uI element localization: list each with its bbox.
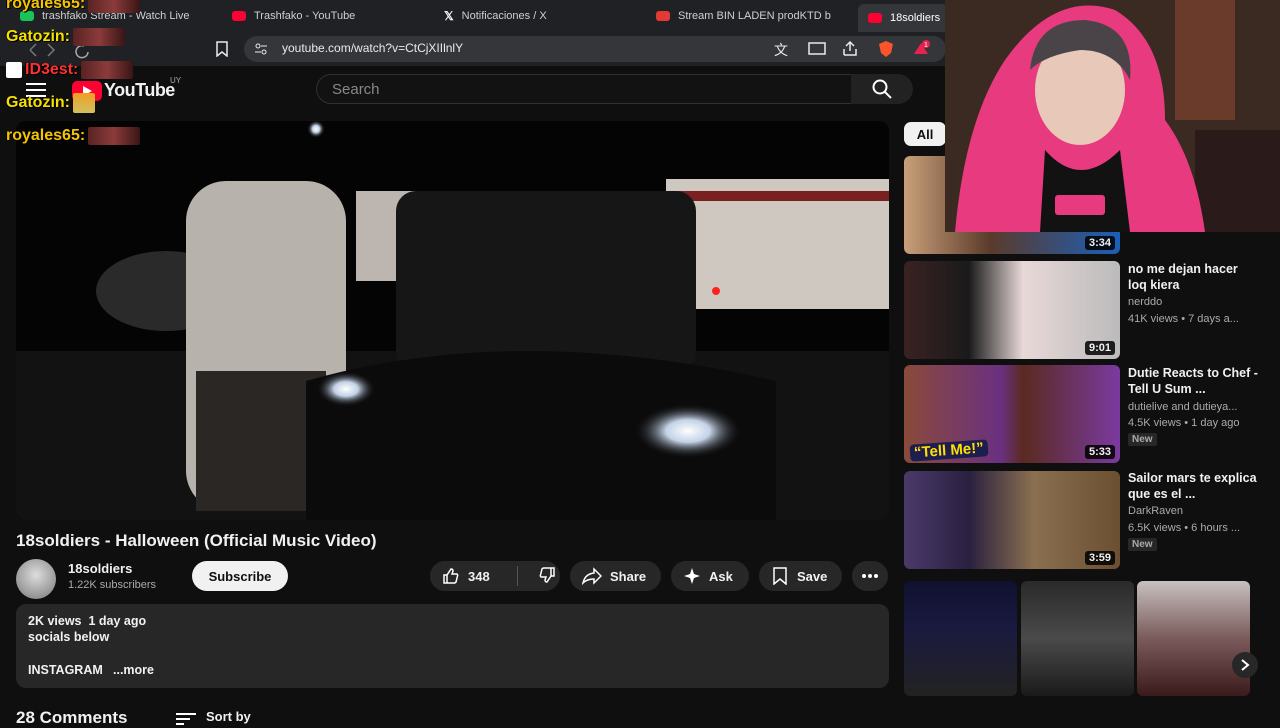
user-badge-icon <box>6 62 22 78</box>
like-button[interactable]: 348 <box>430 566 518 586</box>
chat-message: ID3est: <box>6 61 134 79</box>
rewards-badge: 1 <box>924 42 928 49</box>
chip-all[interactable]: All <box>904 122 946 146</box>
related-meta-4: 6.5K views • 6 hours ... <box>1128 522 1241 534</box>
youtube-favicon-icon <box>232 11 246 21</box>
new-badge: New <box>1128 433 1157 446</box>
chat-emote-icon <box>73 28 125 46</box>
tab-stream-bin-laden[interactable]: Stream BIN LADEN prodKTD b <box>656 4 846 28</box>
chat-message: royales65: <box>6 127 141 145</box>
subscribe-button[interactable]: Subscribe <box>192 561 288 591</box>
reload-icon <box>75 44 89 59</box>
search-icon <box>872 79 892 99</box>
like-dislike-group: 348 <box>430 561 560 591</box>
related-meta-2: 41K views • 7 days a... <box>1128 313 1239 325</box>
search-input[interactable]: Search <box>316 74 852 104</box>
channel-name[interactable]: 18soldiers <box>68 561 132 576</box>
comments-count: 28 Comments <box>16 708 128 727</box>
channel-avatar[interactable] <box>16 559 56 599</box>
site-info-icon[interactable] <box>254 42 268 56</box>
description-text: socials below <box>28 630 110 644</box>
duration-badge: 5:33 <box>1084 445 1115 459</box>
chat-emote-icon <box>81 61 134 79</box>
related-thumbnail-4[interactable]: 3:59 <box>904 471 1120 569</box>
like-count: 348 <box>468 568 490 584</box>
show-more-button[interactable]: ...more <box>113 663 154 677</box>
dislike-icon <box>539 566 555 583</box>
streamer-camera-feed <box>945 0 1280 232</box>
related-title-2[interactable]: no me dejan hacer loq kiera <box>1128 261 1258 293</box>
chat-emote-icon <box>88 0 141 13</box>
related-channel-4: DarkRaven <box>1128 505 1184 517</box>
chat-emote-icon <box>73 93 95 113</box>
duration-badge: 3:34 <box>1084 236 1115 250</box>
chevron-right-icon <box>1241 659 1250 671</box>
search-placeholder: Search <box>332 81 380 98</box>
ask-button[interactable]: Ask <box>671 561 749 591</box>
sort-icon[interactable] <box>176 712 196 726</box>
related-title-3[interactable]: Dutie Reacts to Chef - Tell U Sum ... <box>1128 365 1258 397</box>
related-meta-3: 4.5K views • 1 day ago <box>1128 417 1240 429</box>
related-channel-2: nerddo <box>1128 296 1163 308</box>
shorts-thumbnail-1[interactable] <box>904 581 1017 696</box>
video-title: 18soldiers - Halloween (Official Music V… <box>16 531 377 550</box>
share-icon <box>582 567 602 585</box>
bookmark-icon <box>773 567 787 585</box>
related-thumbnail-3[interactable]: “Tell Me!” 5:33 <box>904 365 1120 463</box>
related-channel-3: dutielive and dutieya... <box>1128 401 1238 413</box>
search-button[interactable] <box>851 74 913 104</box>
sort-by-button[interactable]: Sort by <box>206 709 251 724</box>
shorts-thumbnail-2[interactable] <box>1021 581 1134 696</box>
new-badge: New <box>1128 538 1157 551</box>
shorts-next-button[interactable] <box>1232 652 1258 678</box>
image-favicon-icon <box>656 11 670 21</box>
tab-notificaciones-x[interactable]: 𝕏 Notificaciones / X <box>444 4 644 28</box>
description-instagram: INSTAGRAM <box>28 663 103 677</box>
duration-badge: 9:01 <box>1084 341 1115 355</box>
x-favicon-icon: 𝕏 <box>444 9 454 23</box>
tab-trashfako-youtube[interactable]: Trashfako - YouTube <box>232 4 432 28</box>
thumbnail-caption: “Tell Me!” <box>909 439 989 462</box>
cast-icon[interactable] <box>808 42 826 56</box>
shorts-thumbnail-3[interactable] <box>1137 581 1250 696</box>
save-button[interactable]: Save <box>759 561 842 591</box>
like-icon <box>443 568 459 584</box>
bookmark-page-icon[interactable] <box>214 41 230 57</box>
more-actions-button[interactable] <box>852 561 888 591</box>
duration-badge: 3:59 <box>1084 551 1115 565</box>
share-page-icon[interactable] <box>842 41 858 57</box>
video-frame <box>16 121 889 520</box>
brave-shield-icon[interactable] <box>878 40 894 58</box>
subscriber-count: 1.22K subscribers <box>68 579 157 591</box>
sparkle-icon <box>684 568 700 584</box>
url-text[interactable]: youtube.com/watch?v=CtCjXIIlnlY <box>282 41 463 55</box>
youtube-logo-text[interactable]: YouTube <box>104 80 175 101</box>
chat-message: royales65: <box>6 0 141 13</box>
video-player[interactable] <box>16 121 889 520</box>
related-title-4[interactable]: Sailor mars te explica que es el ... <box>1128 470 1258 502</box>
share-button[interactable]: Share <box>570 561 661 591</box>
more-icon <box>862 574 878 578</box>
youtube-favicon-icon <box>868 13 882 23</box>
translate-icon[interactable]: 文 <box>774 40 788 60</box>
views-date: 2K views 1 day ago <box>28 614 147 628</box>
dislike-button[interactable] <box>526 566 556 587</box>
chat-emote-icon <box>88 127 141 145</box>
chat-message: Gatozin: <box>6 93 95 113</box>
chat-message: Gatozin: <box>6 28 125 46</box>
region-code: UY <box>170 76 182 85</box>
rewards-icon[interactable]: 1 <box>912 40 930 58</box>
tab-18soldiers-active[interactable]: 18soldiers <box>858 4 948 32</box>
related-thumbnail-2[interactable]: 9:01 <box>904 261 1120 359</box>
webcam-overlay <box>945 0 1280 232</box>
